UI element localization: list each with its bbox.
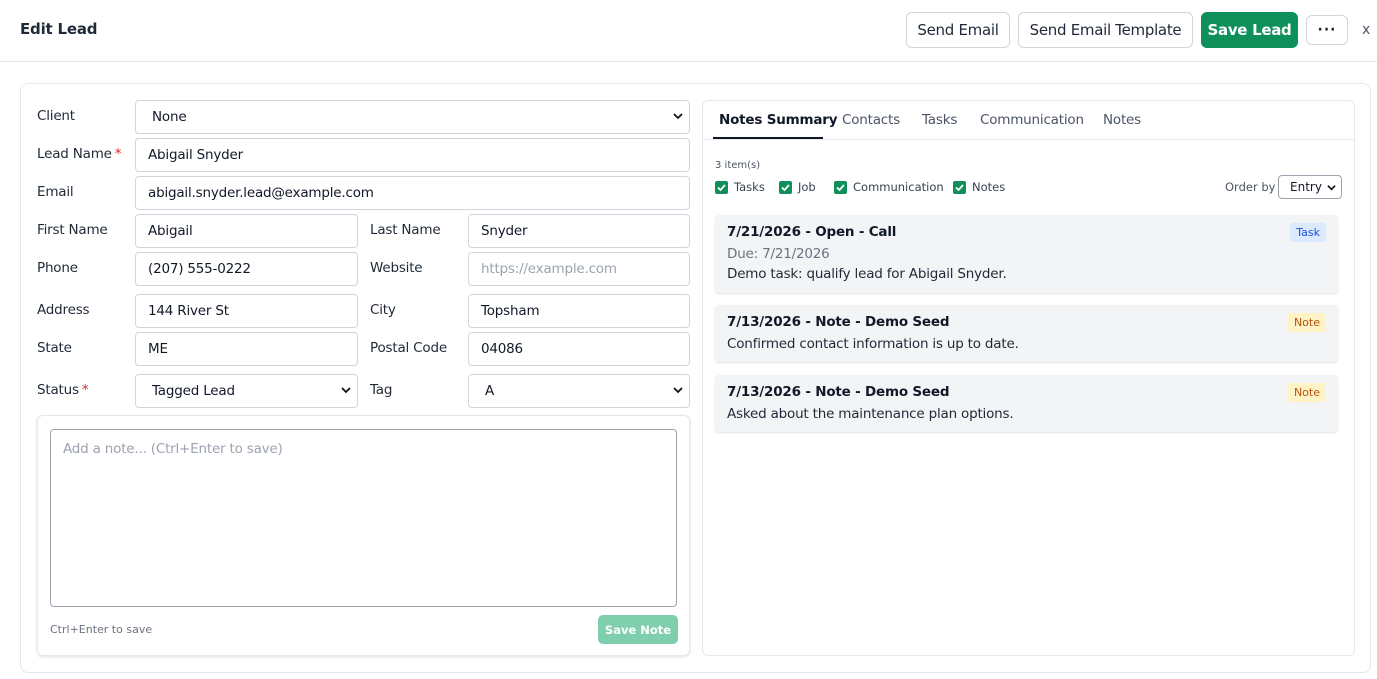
task-badge: Task	[1290, 223, 1326, 242]
order-by-value: Entry	[1290, 180, 1322, 194]
notes-filter-checkbox[interactable]	[953, 181, 966, 194]
first-name-input[interactable]: Abigail	[135, 214, 358, 248]
tag-label: Tag	[370, 382, 393, 398]
item-title: 7/13/2026 - Note - Demo Seed	[727, 384, 950, 400]
client-select[interactable]: None	[135, 100, 690, 134]
client-label: Client	[37, 108, 75, 124]
order-by-label: Order by	[1225, 180, 1276, 194]
header-bar: Edit Lead Send Email Send Email Template…	[0, 0, 1377, 62]
city-label: City	[370, 302, 396, 318]
tab-contacts[interactable]: Contacts	[842, 112, 900, 128]
required-marker: *	[114, 146, 122, 162]
close-icon[interactable]: x	[1362, 22, 1370, 38]
summary-item[interactable]: 7/13/2026 - Note - Demo Seed Asked about…	[715, 375, 1338, 432]
communication-filter-label: Communication	[853, 180, 944, 194]
tab-tasks[interactable]: Tasks	[922, 112, 957, 128]
city-input[interactable]: Topsham	[468, 294, 690, 328]
item-body: Confirmed contact information is up to d…	[727, 336, 1019, 352]
last-name-input[interactable]: Snyder	[468, 214, 690, 248]
website-label: Website	[370, 260, 423, 276]
state-input[interactable]: ME	[135, 332, 358, 366]
item-title: 7/21/2026 - Open - Call	[727, 224, 897, 240]
note-textarea[interactable]: Add a note... (Ctrl+Enter to save)	[50, 429, 677, 607]
postal-code-label: Postal Code	[370, 340, 447, 356]
check-icon	[955, 184, 964, 192]
note-editor: Add a note... (Ctrl+Enter to save) Ctrl+…	[37, 415, 690, 656]
address-label: Address	[37, 302, 90, 318]
state-label: State	[37, 340, 72, 356]
phone-label: Phone	[37, 260, 78, 276]
tag-select[interactable]: A	[468, 374, 690, 408]
lead-name-input[interactable]: Abigail Snyder	[135, 138, 690, 172]
save-note-button[interactable]: Save Note	[598, 615, 678, 644]
lead-name-label: Lead Name *	[37, 146, 122, 162]
last-name-label: Last Name	[370, 222, 441, 238]
active-tab-indicator	[713, 137, 823, 139]
email-label: Email	[37, 184, 74, 200]
communication-filter-checkbox[interactable]	[834, 181, 847, 194]
item-title: 7/13/2026 - Note - Demo Seed	[727, 314, 950, 330]
note-hint: Ctrl+Enter to save	[50, 623, 153, 636]
phone-input[interactable]: (207) 555-0222	[135, 252, 358, 286]
tasks-filter-label: Tasks	[734, 180, 765, 194]
note-placeholder: Add a note... (Ctrl+Enter to save)	[63, 441, 283, 457]
notes-summary-panel: Notes Summary Contacts Tasks Communicati…	[702, 100, 1355, 656]
status-label-text: Status	[37, 382, 79, 398]
status-select[interactable]: Tagged Lead	[135, 374, 358, 408]
send-email-template-button[interactable]: Send Email Template	[1018, 12, 1193, 48]
tasks-filter-checkbox[interactable]	[715, 181, 728, 194]
summary-item[interactable]: 7/13/2026 - Note - Demo Seed Confirmed c…	[715, 305, 1338, 362]
tab-bar: Notes Summary Contacts Tasks Communicati…	[703, 101, 1354, 140]
item-count: 3 item(s)	[715, 160, 761, 171]
check-icon	[836, 184, 845, 192]
page-title: Edit Lead	[20, 20, 98, 38]
tag-value: A	[485, 383, 495, 399]
save-lead-button[interactable]: Save Lead	[1201, 12, 1298, 48]
item-body: Demo task: qualify lead for Abigail Snyd…	[727, 266, 1007, 282]
required-marker: *	[81, 382, 89, 398]
job-filter-label: Job	[798, 180, 816, 194]
note-badge: Note	[1287, 383, 1326, 402]
order-by-select[interactable]: Entry	[1278, 175, 1342, 199]
tab-communication[interactable]: Communication	[980, 112, 1084, 128]
notes-filter-label: Notes	[972, 180, 1006, 194]
postal-code-input[interactable]: 04086	[468, 332, 690, 366]
client-value: None	[152, 109, 187, 125]
chevron-down-icon	[673, 113, 683, 120]
status-value: Tagged Lead	[152, 383, 235, 399]
summary-item[interactable]: 7/21/2026 - Open - Call Due: 7/21/2026 D…	[715, 215, 1338, 293]
more-options-button[interactable]: ···	[1306, 15, 1348, 45]
chevron-down-icon	[673, 387, 683, 394]
send-email-button[interactable]: Send Email	[906, 12, 1010, 48]
tab-notes-summary[interactable]: Notes Summary	[719, 112, 838, 128]
check-icon	[781, 184, 790, 192]
item-due-date: Due: 7/21/2026	[727, 246, 830, 262]
address-input[interactable]: 144 River St	[135, 294, 358, 328]
email-input[interactable]: abigail.snyder.lead@example.com	[135, 176, 690, 210]
chevron-down-icon	[341, 387, 351, 394]
item-body: Asked about the maintenance plan options…	[727, 406, 1014, 422]
tab-notes[interactable]: Notes	[1103, 112, 1141, 128]
check-icon	[717, 184, 726, 192]
chevron-down-icon	[1327, 185, 1336, 191]
first-name-label: First Name	[37, 222, 108, 238]
job-filter-checkbox[interactable]	[779, 181, 792, 194]
note-badge: Note	[1287, 313, 1326, 332]
lead-name-label-text: Lead Name	[37, 146, 112, 162]
website-input[interactable]: https://example.com	[468, 252, 690, 286]
status-label: Status *	[37, 382, 89, 398]
